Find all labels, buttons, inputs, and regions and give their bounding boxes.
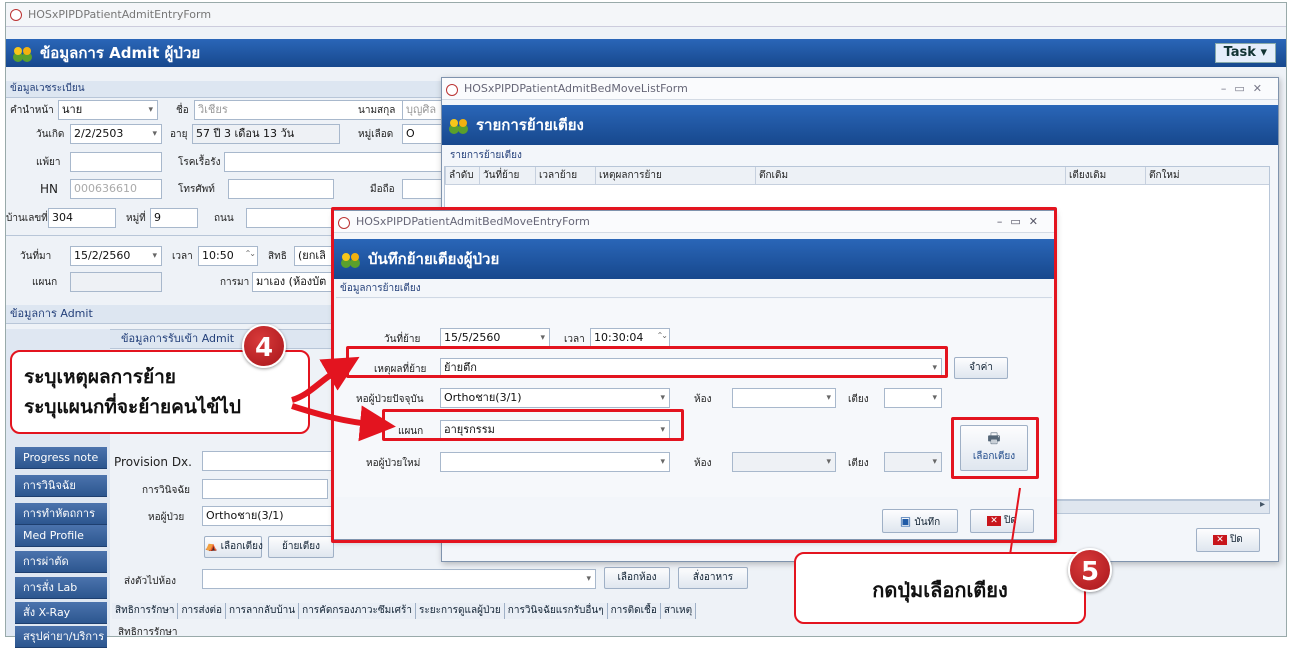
- nav-item[interactable]: สรุปค่ายา/บริการ: [15, 626, 107, 648]
- step5-badge: 5: [1068, 548, 1112, 592]
- nav-item[interactable]: การผ่าตัด: [15, 551, 107, 573]
- nav-item[interactable]: Med Profile: [15, 525, 107, 547]
- nav-item[interactable]: การทำหัตถการ: [15, 503, 107, 525]
- nav-item[interactable]: สั่ง X-Ray: [15, 602, 107, 624]
- arrow-to-dept: [291, 403, 396, 442]
- annotation-arrows: [291, 356, 1021, 556]
- callout5-pointer: [1009, 487, 1021, 556]
- nav-item[interactable]: การวินิจฉัย: [15, 475, 107, 497]
- nav-item[interactable]: Progress note: [15, 447, 107, 469]
- step5-callout: กดปุ่มเลือกเตียง: [794, 552, 1086, 624]
- arrow-to-reason: [291, 356, 360, 403]
- nav-item[interactable]: การสั่ง Lab: [15, 577, 107, 599]
